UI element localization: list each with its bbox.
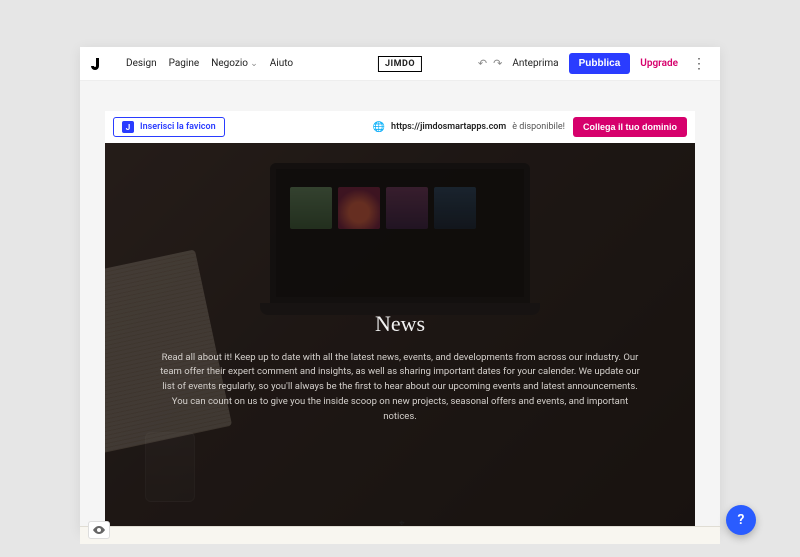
undo-redo-group: ↶ ↷ xyxy=(478,57,502,70)
favicon-cta-button[interactable]: J Inserisci la favicon xyxy=(113,117,225,137)
toolbar-left: Design Pagine Negozio Aiuto xyxy=(90,57,293,71)
toolbar-right: ↶ ↷ Anteprima Pubblica Upgrade ⋮ xyxy=(478,53,710,74)
favicon-cta-label: Inserisci la favicon xyxy=(140,122,216,132)
bottom-strip xyxy=(80,526,720,544)
menu-pages[interactable]: Pagine xyxy=(169,58,200,69)
preview-link[interactable]: Anteprima xyxy=(512,58,558,69)
more-menu-icon[interactable]: ⋮ xyxy=(688,56,710,72)
jimdo-logo-icon[interactable] xyxy=(90,57,104,71)
page-header-bar: J Inserisci la favicon 🌐 https://jimdosm… xyxy=(105,111,695,143)
top-toolbar: Design Pagine Negozio Aiuto JIMDO ↶ ↷ An… xyxy=(80,47,720,81)
favicon-placeholder-icon: J xyxy=(122,121,134,133)
undo-icon[interactable]: ↶ xyxy=(478,57,487,70)
editor-window: Design Pagine Negozio Aiuto JIMDO ↶ ↷ An… xyxy=(80,47,720,532)
toolbar-center: JIMDO xyxy=(378,56,422,72)
hero-section[interactable]: News Read all about it! Keep up to date … xyxy=(105,143,695,532)
globe-icon: 🌐 xyxy=(373,122,385,133)
connect-domain-button[interactable]: Collega il tuo dominio xyxy=(573,117,687,137)
menu-design[interactable]: Design xyxy=(126,58,157,69)
domain-availability: 🌐 https://jimdosmartapps.com è disponibi… xyxy=(373,122,565,133)
hero-body[interactable]: Read all about it! Keep up to date with … xyxy=(160,351,640,425)
visibility-toggle-icon[interactable] xyxy=(88,521,110,539)
page-preview-card: J Inserisci la favicon 🌐 https://jimdosm… xyxy=(105,111,695,532)
brand-label: JIMDO xyxy=(378,56,422,72)
redo-icon[interactable]: ↷ xyxy=(493,57,502,70)
help-fab-button[interactable]: ? xyxy=(726,505,756,535)
canvas-area: J Inserisci la favicon 🌐 https://jimdosm… xyxy=(80,81,720,532)
publish-button[interactable]: Pubblica xyxy=(569,53,631,74)
domain-available-label: è disponibile! xyxy=(512,122,565,132)
menu-shop[interactable]: Negozio xyxy=(211,58,258,69)
menu-help[interactable]: Aiuto xyxy=(270,58,293,69)
hero-text: News Read all about it! Keep up to date … xyxy=(120,311,680,425)
hero-title[interactable]: News xyxy=(160,311,640,337)
domain-url: https://jimdosmartapps.com xyxy=(391,122,506,132)
upgrade-link[interactable]: Upgrade xyxy=(640,58,678,69)
